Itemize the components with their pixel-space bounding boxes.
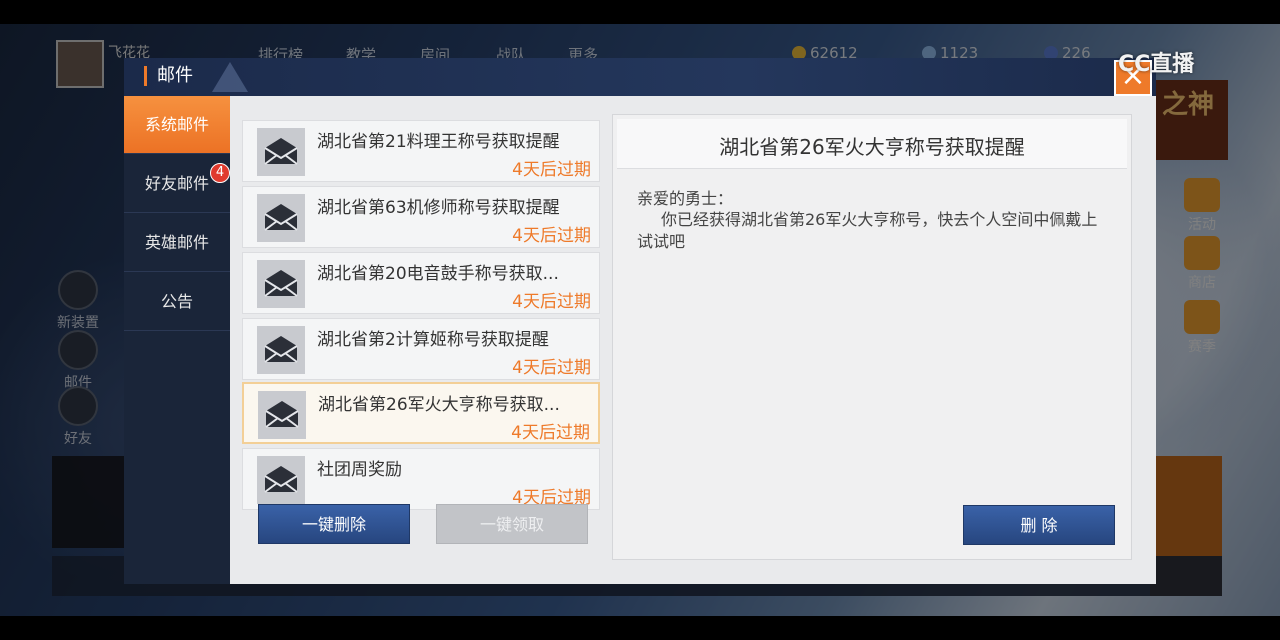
mail-subject: 湖北省第2计算姬称号获取提醒 <box>317 330 549 350</box>
mail-item[interactable]: 湖北省第63机修师称号获取提醒 4天后过期 <box>242 186 600 248</box>
mail-item[interactable]: 湖北省第21料理王称号获取提醒 4天后过期 <box>242 120 600 182</box>
delete-all-button[interactable]: 一键删除 <box>258 504 410 544</box>
mail-item[interactable]: 社团周奖励 4天后过期 <box>242 448 600 510</box>
mail-expire: 4天后过期 <box>512 358 591 378</box>
letterbox-top <box>0 0 1280 24</box>
mail-category-tabs: 系统邮件 好友邮件 4 英雄邮件 公告 <box>124 96 230 584</box>
delete-button[interactable]: 删 除 <box>963 505 1115 545</box>
mail-subject: 湖北省第26军火大亨称号获取... <box>318 395 560 415</box>
tab-friend-mail[interactable]: 好友邮件 4 <box>124 155 230 213</box>
mail-expire: 4天后过期 <box>512 292 591 312</box>
mail-body: 你已经获得湖北省第26军火大亨称号，快去个人空间中佩戴上试试吧 <box>637 210 1098 251</box>
mail-expire: 4天后过期 <box>512 226 591 246</box>
mail-subject: 湖北省第21料理王称号获取提醒 <box>317 132 560 152</box>
tab-announcement[interactable]: 公告 <box>124 273 230 331</box>
dialog-header: 邮件 × <box>124 58 1156 96</box>
mail-item[interactable]: 湖北省第2计算姬称号获取提醒 4天后过期 <box>242 318 600 380</box>
envelope-icon <box>257 194 305 242</box>
mail-item[interactable]: 湖北省第20电音鼓手称号获取... 4天后过期 <box>242 252 600 314</box>
mail-greeting: 亲爱的勇士： <box>637 189 734 208</box>
envelope-icon <box>257 326 305 374</box>
dialog-title: 邮件 <box>144 66 193 86</box>
envelope-icon <box>257 260 305 308</box>
tab-hero-mail[interactable]: 英雄邮件 <box>124 214 230 272</box>
stream-watermark: CC直播 <box>1118 52 1195 77</box>
mail-detail-panel: 湖北省第26军火大亨称号获取提醒 亲爱的勇士： 你已经获得湖北省第26军火大亨称… <box>612 114 1132 560</box>
letterbox-bottom <box>0 616 1280 640</box>
mail-expire: 4天后过期 <box>512 160 591 180</box>
detail-title: 湖北省第26军火大亨称号获取提醒 <box>719 135 1025 159</box>
mail-item-selected[interactable]: 湖北省第26军火大亨称号获取... 4天后过期 <box>242 382 600 444</box>
unread-badge: 4 <box>210 163 230 183</box>
header-decoration <box>212 62 248 92</box>
mail-expire: 4天后过期 <box>511 423 590 443</box>
envelope-icon <box>257 456 305 504</box>
tab-label: 好友邮件 <box>144 174 209 193</box>
detail-title-bar: 湖北省第26军火大亨称号获取提醒 <box>617 119 1127 169</box>
envelope-icon <box>258 391 306 439</box>
mail-subject: 社团周奖励 <box>317 460 402 480</box>
mail-subject: 湖北省第63机修师称号获取提醒 <box>317 198 560 218</box>
mail-subject: 湖北省第20电音鼓手称号获取... <box>317 264 559 284</box>
envelope-icon <box>257 128 305 176</box>
tab-system-mail[interactable]: 系统邮件 <box>124 96 230 154</box>
mail-list[interactable]: 湖北省第21料理王称号获取提醒 4天后过期 湖北省第63机修师称号获取提醒 4天… <box>242 120 602 534</box>
mail-dialog: 邮件 × 系统邮件 好友邮件 4 英雄邮件 公告 湖北省第21料理王称号获取提醒… <box>124 58 1156 584</box>
dialog-body: 湖北省第21料理王称号获取提醒 4天后过期 湖北省第63机修师称号获取提醒 4天… <box>230 96 1156 584</box>
claim-all-button[interactable]: 一键领取 <box>436 504 588 544</box>
